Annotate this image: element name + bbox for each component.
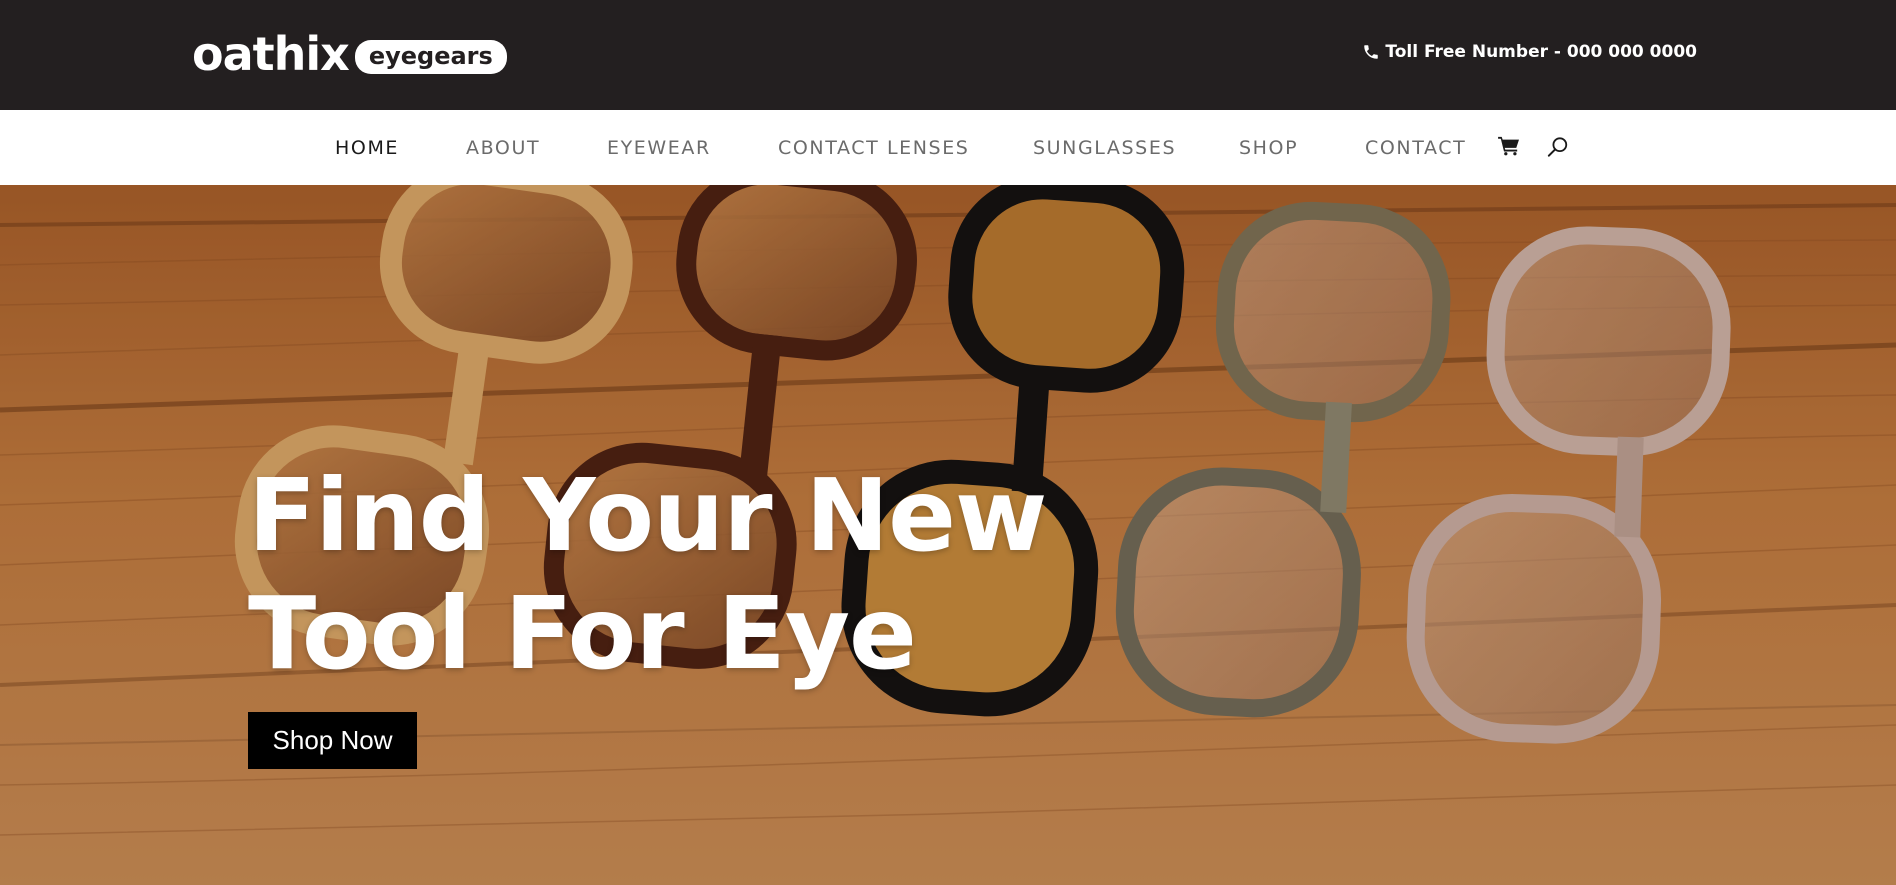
hero-title-line-2: Tool For Eye — [248, 575, 917, 692]
nav-contact-lenses[interactable]: CONTACT LENSES — [778, 138, 969, 158]
hero-title: Find Your New Tool For Eye — [248, 457, 1047, 693]
hero-banner: Find Your New Tool For Eye Shop Now — [0, 185, 1896, 885]
site-logo[interactable]: oathix eyegears — [192, 27, 507, 81]
nav-shop[interactable]: SHOP — [1239, 138, 1298, 158]
logo-badge: eyegears — [354, 40, 507, 74]
nav-contact[interactable]: CONTACT — [1365, 138, 1466, 158]
main-nav: HOME ABOUT EYEWEAR CONTACT LENSES SUNGLA… — [0, 110, 1896, 185]
cart-icon[interactable] — [1498, 136, 1520, 161]
logo-wordmark: oathix — [192, 27, 350, 81]
phone-icon — [1364, 45, 1379, 59]
shop-now-button[interactable]: Shop Now — [248, 712, 417, 769]
top-bar: oathix eyegears Toll Free Number - 000 0… — [0, 0, 1896, 110]
hero-title-line-1: Find Your New — [248, 457, 1047, 574]
search-icon[interactable] — [1547, 136, 1569, 163]
nav-sunglasses[interactable]: SUNGLASSES — [1033, 138, 1176, 158]
phone-number: Toll Free Number - 000 000 0000 — [1385, 42, 1697, 62]
nav-home[interactable]: HOME — [335, 138, 399, 158]
nav-about[interactable]: ABOUT — [466, 138, 540, 158]
nav-eyewear[interactable]: EYEWEAR — [607, 138, 711, 158]
phone-link[interactable]: Toll Free Number - 000 000 0000 — [1362, 42, 1697, 62]
